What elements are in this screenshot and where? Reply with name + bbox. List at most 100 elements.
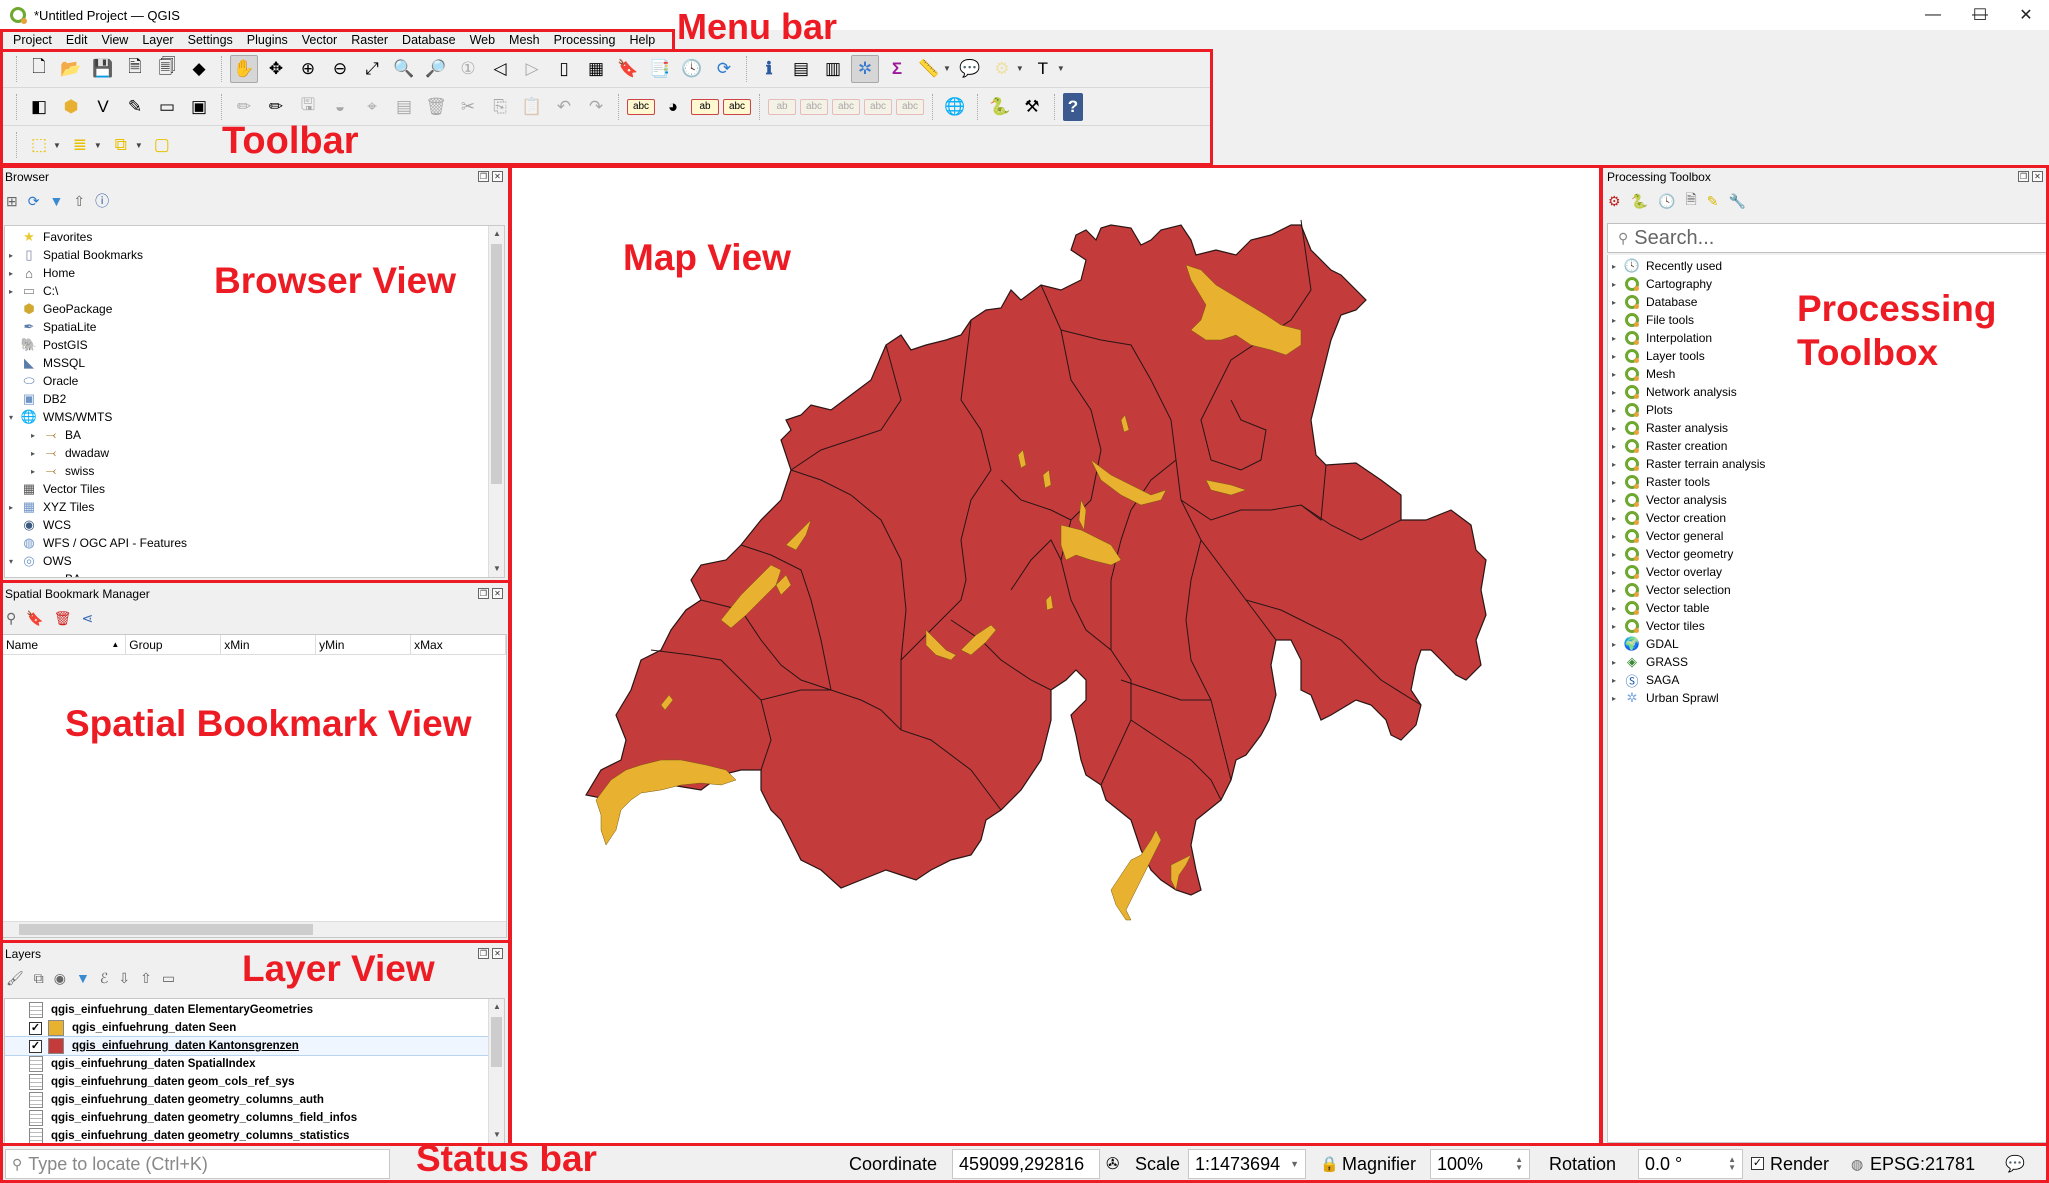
processing-provider-item[interactable]: ▸ Raster analysis (1608, 419, 2046, 437)
expand-arrow-icon[interactable]: ▸ (1608, 280, 1620, 289)
expand-arrow-icon[interactable]: ▸ (1608, 568, 1620, 577)
close-panel-button[interactable]: ✕ (492, 948, 503, 959)
menu-view[interactable]: View (94, 30, 135, 50)
expand-arrow-icon[interactable]: ▸ (1608, 370, 1620, 379)
layer-item[interactable]: qgis_einfuehrung_daten geometry_columns_… (5, 1109, 504, 1127)
new-virtual-layer-icon[interactable]: ▣ (185, 93, 213, 121)
menu-plugins[interactable]: Plugins (240, 30, 295, 50)
menu-layer[interactable]: Layer (135, 30, 180, 50)
layer-diagram-icon[interactable]: ◕ (659, 93, 687, 121)
column-header-group[interactable]: Group (126, 635, 222, 654)
scroll-thumb[interactable] (491, 1017, 502, 1067)
expand-arrow-icon[interactable]: ▸ (1608, 424, 1620, 433)
open-field-calculator-icon[interactable]: ▥ (819, 55, 847, 83)
processing-provider-item[interactable]: ▸ Vector general (1608, 527, 2046, 545)
save-layer-edits-icon[interactable]: 🖫 (294, 93, 322, 121)
browser-item[interactable]: ▸ ⤙ BA (5, 570, 504, 578)
deselect-features-icon[interactable]: ⧉ (107, 131, 135, 159)
copy-features-icon[interactable]: ⎘ (486, 93, 514, 121)
toggle-processing-toolbox-icon[interactable]: ✲ (851, 54, 879, 83)
close-button[interactable]: ✕ (2003, 0, 2049, 30)
layer-visibility-checkbox[interactable]: ✓ (29, 1021, 42, 1035)
minimize-button-2[interactable]: — (1910, 0, 1956, 30)
expand-arrow-icon[interactable]: ▸ (27, 467, 39, 476)
refresh-icon[interactable]: ⟳ (28, 193, 40, 210)
expand-arrow-icon[interactable]: ▸ (27, 575, 39, 578)
menu-processing[interactable]: Processing (547, 30, 623, 50)
processing-provider-item[interactable]: ▸ Vector tiles (1608, 617, 2046, 635)
processing-search-input[interactable]: ⚲ Search... (1607, 223, 2047, 253)
browser-item[interactable]: ⬭ Oracle (5, 372, 504, 390)
plugin-builder-icon[interactable]: ⚒ (1018, 93, 1046, 121)
expand-arrow-icon[interactable]: ▸ (1608, 352, 1620, 361)
scroll-thumb[interactable] (19, 924, 313, 935)
open-attribute-table-icon[interactable]: ▤ (787, 55, 815, 83)
expand-arrow-icon[interactable]: ▸ (1608, 262, 1620, 271)
change-label-icon[interactable]: abc (864, 98, 892, 115)
show-bookmarks-icon[interactable]: 📑 (646, 55, 674, 83)
expand-all-icon[interactable]: ⇩ (118, 970, 130, 987)
browser-item[interactable]: ▸ ▦ XYZ Tiles (5, 498, 504, 516)
scroll-down-arrow[interactable]: ▼ (489, 561, 504, 577)
identify-features-icon[interactable]: ℹ (755, 55, 783, 83)
visibility-icon[interactable]: ◉ (54, 970, 66, 987)
style-icon[interactable]: 🖌 (6, 970, 24, 987)
expand-arrow-icon[interactable]: ▸ (1608, 532, 1620, 541)
processing-provider-item[interactable]: ▸ 🕓 Recently used (1608, 257, 2046, 275)
browser-item[interactable]: ▾ ◎ OWS (5, 552, 504, 570)
paste-features-icon[interactable]: 📋 (518, 93, 546, 121)
layer-item[interactable]: qgis_einfuehrung_daten geometry_columns_… (5, 1091, 504, 1109)
history-icon[interactable]: 🕓 (1658, 193, 1675, 210)
column-header-xmin[interactable]: xMin (221, 635, 317, 654)
show-hide-labels-icon[interactable]: abc (800, 98, 828, 115)
close-panel-button[interactable]: ✕ (2032, 171, 2043, 182)
bookmark-hscrollbar[interactable] (3, 921, 506, 937)
layer-item[interactable]: qgis_einfuehrung_daten geom_cols_ref_sys (5, 1073, 504, 1091)
expand-arrow-icon[interactable]: ▸ (1608, 406, 1620, 415)
float-panel-button[interactable]: ❐ (2018, 171, 2029, 182)
processing-provider-item[interactable]: ▸ Raster creation (1608, 437, 2046, 455)
processing-provider-item[interactable]: ▸ 🌍 GDAL (1608, 635, 2046, 653)
layout-manager-icon[interactable]: 🗐 (153, 55, 181, 83)
expand-arrow-icon[interactable]: ▸ (5, 251, 17, 260)
add-group-icon[interactable]: ⧉ (34, 970, 44, 987)
move-label-icon[interactable]: ab (768, 98, 796, 115)
expand-arrow-icon[interactable]: ▸ (1608, 334, 1620, 343)
select-by-location-icon[interactable]: ⚙ (988, 55, 1016, 83)
layer-labeling-icon[interactable]: abc (627, 98, 655, 115)
new-temporary-layer-icon[interactable]: ▭ (153, 93, 181, 121)
processing-provider-item[interactable]: ▸ Vector overlay (1608, 563, 2046, 581)
toolbar-handle[interactable] (16, 93, 17, 120)
models-icon[interactable]: ⚙ (1608, 193, 1621, 210)
browser-item[interactable]: ▦ Vector Tiles (5, 480, 504, 498)
menu-database[interactable]: Database (395, 30, 463, 50)
chevron-down-icon[interactable]: ▼ (53, 141, 61, 150)
processing-provider-item[interactable]: ▸ Raster tools (1608, 473, 2046, 491)
layer-visibility-checkbox[interactable]: ✓ (29, 1039, 42, 1053)
python-console-icon[interactable]: 🐍 (986, 93, 1014, 121)
spinner-arrows-icon[interactable]: ▲ ▼ (1728, 1156, 1736, 1172)
browser-item[interactable]: 🐘 PostGIS (5, 336, 504, 354)
open-project-icon[interactable]: 📂 (57, 55, 85, 83)
processing-provider-item[interactable]: ▸ Raster terrain analysis (1608, 455, 2046, 473)
float-panel-button[interactable]: ❐ (478, 171, 489, 182)
style-manager-icon[interactable]: ◆ (185, 55, 213, 83)
new-bookmark-icon[interactable]: 🔖 (614, 55, 642, 83)
refresh-icon[interactable]: ⟳ (710, 55, 738, 83)
expand-arrow-icon[interactable]: ▸ (1608, 640, 1620, 649)
edit-features-in-place-icon[interactable]: ✎ (1707, 193, 1719, 210)
menu-help[interactable]: Help (622, 30, 662, 50)
browser-item[interactable]: ◍ WFS / OGC API - Features (5, 534, 504, 552)
processing-provider-item[interactable]: ▸ Ⓢ SAGA (1608, 671, 2046, 689)
expand-arrow-icon[interactable]: ▸ (1608, 586, 1620, 595)
browser-item[interactable]: ▣ DB2 (5, 390, 504, 408)
metasearch-icon[interactable]: 🌐 (941, 93, 969, 121)
zoom-full-icon[interactable]: ⤢ (358, 55, 386, 83)
processing-provider-item[interactable]: ▸ Vector analysis (1608, 491, 2046, 509)
processing-provider-item[interactable]: ▸ Vector table (1608, 599, 2046, 617)
maximize-button[interactable]: ☐ (1957, 0, 2003, 30)
messages-icon[interactable]: 💬 (2005, 1154, 2025, 1174)
menu-raster[interactable]: Raster (344, 30, 395, 50)
chevron-down-icon[interactable]: ▼ (943, 64, 951, 73)
help-icon[interactable]: ? (1063, 92, 1083, 121)
